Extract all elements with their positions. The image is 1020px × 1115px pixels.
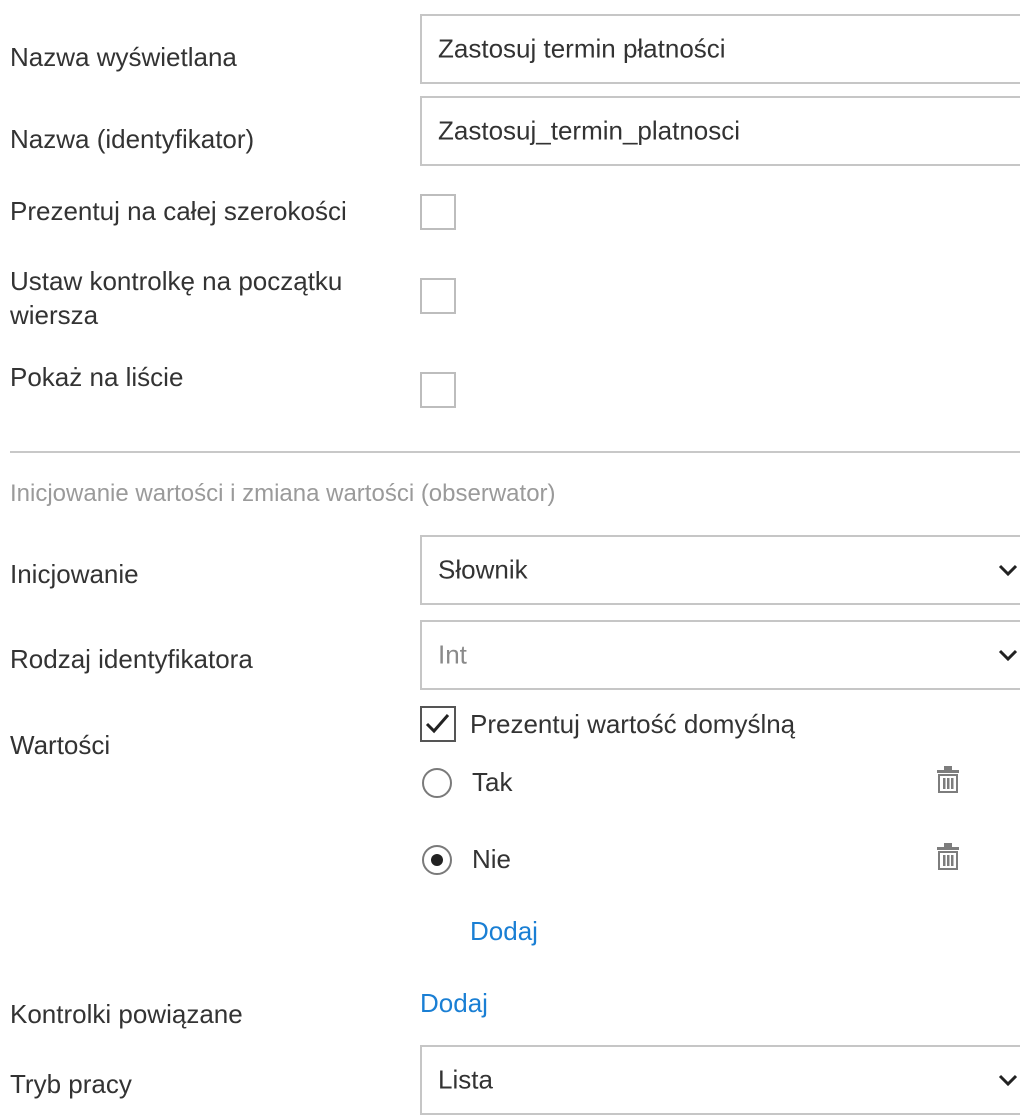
show-on-list-checkbox[interactable] — [420, 372, 456, 408]
checkmark-icon — [425, 714, 450, 734]
id-type-select-value: Int — [438, 639, 467, 670]
row-start-checkbox[interactable] — [420, 278, 456, 314]
id-type-label: Rodzaj identyfikatora — [10, 644, 253, 674]
related-controls-add-link[interactable]: Dodaj — [420, 988, 488, 1019]
related-controls-label: Kontrolki powiązane — [10, 999, 243, 1029]
full-width-checkbox[interactable] — [420, 194, 456, 230]
values-label: Wartości — [10, 730, 111, 760]
init-select-value: Słownik — [438, 554, 528, 585]
option-nie-label: Nie — [472, 844, 512, 874]
mode-select[interactable]: Lista — [420, 1045, 1020, 1115]
display-name-label: Nazwa wyświetlana — [10, 42, 237, 72]
init-label: Inicjowanie — [10, 559, 139, 589]
mode-label: Tryb pracy — [10, 1069, 132, 1099]
identifier-label: Nazwa (identyfikator) — [10, 124, 255, 154]
init-select[interactable]: Słownik — [420, 535, 1020, 605]
identifier-input[interactable]: Zastosuj_termin_platnosci — [420, 96, 1020, 166]
option-nie-radio[interactable] — [422, 845, 452, 875]
display-name-value: Zastosuj termin płatności — [438, 33, 726, 64]
chevron-down-icon — [998, 1074, 1018, 1087]
mode-select-value: Lista — [438, 1064, 493, 1095]
id-type-select[interactable]: Int — [420, 620, 1020, 690]
trash-icon[interactable] — [936, 843, 960, 871]
section-divider — [10, 451, 1020, 453]
show-default-label: Prezentuj wartość domyślną — [470, 709, 796, 739]
display-name-input[interactable]: Zastosuj termin płatności — [420, 14, 1020, 84]
add-value-link[interactable]: Dodaj — [470, 916, 538, 947]
full-width-label: Prezentuj na całej szerokości — [10, 196, 347, 226]
chevron-down-icon — [998, 649, 1018, 662]
row-start-label: Ustaw kontrolkę na początku wiersza — [10, 266, 343, 330]
identifier-value: Zastosuj_termin_platnosci — [438, 115, 741, 146]
show-default-checkbox[interactable] — [420, 706, 456, 742]
observer-section-title: Inicjowanie wartości i zmiana wartości (… — [10, 480, 556, 507]
option-tak-radio[interactable] — [422, 768, 452, 798]
option-tak-label: Tak — [472, 767, 513, 797]
show-on-list-label: Pokaż na liście — [10, 362, 184, 392]
chevron-down-icon — [998, 564, 1018, 577]
trash-icon[interactable] — [936, 766, 960, 794]
